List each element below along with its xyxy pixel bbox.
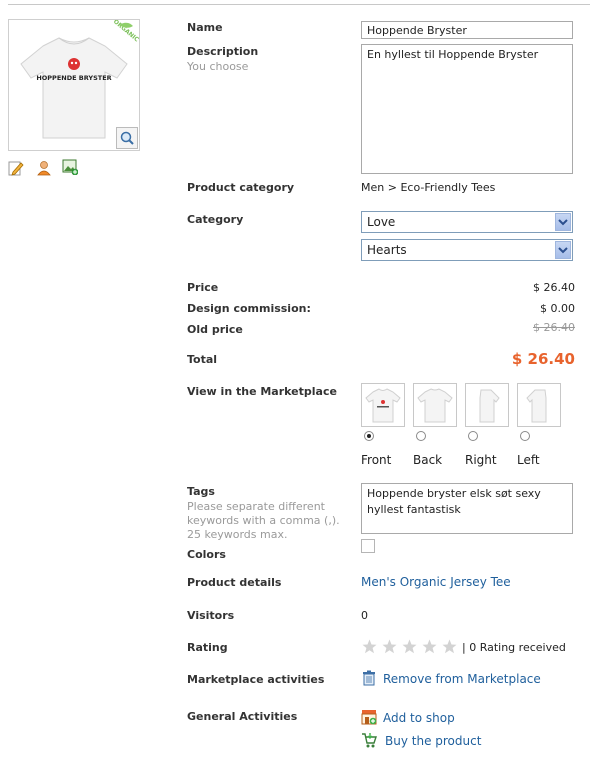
- top-divider: [8, 4, 590, 5]
- total-value: $ 26.40: [511, 350, 575, 368]
- tags-label: Tags: [187, 485, 215, 498]
- view-marketplace-label: View in the Marketplace: [187, 385, 337, 398]
- view-left-radio[interactable]: [520, 431, 530, 441]
- visitors-value: 0: [361, 609, 368, 622]
- view-left-thumb[interactable]: [517, 383, 561, 427]
- tags-textarea[interactable]: Hoppende bryster elsk søt sexy hyllest f…: [361, 483, 573, 534]
- star-icon[interactable]: [442, 639, 457, 654]
- colors-label: Colors: [187, 548, 226, 561]
- general-activities-label: General Activities: [187, 710, 298, 723]
- chevron-down-icon: [555, 213, 571, 231]
- description-hint: You choose: [187, 60, 249, 73]
- total-label: Total: [187, 353, 218, 366]
- design-commission-value: $ 0.00: [540, 302, 575, 315]
- add-to-shop-link[interactable]: Add to shop: [383, 711, 455, 725]
- view-back-thumb[interactable]: [413, 383, 457, 427]
- product-category-label: Product category: [187, 181, 295, 194]
- price-value: $ 26.40: [533, 281, 575, 294]
- product-details-label: Product details: [187, 576, 282, 589]
- tags-hint: Please separate different keywords with …: [187, 500, 340, 541]
- shirt-print-text: HOPPENDE BRYSTER: [36, 74, 111, 82]
- magnifier-icon: [120, 131, 134, 145]
- description-textarea[interactable]: En hyllest til Hoppende Bryster: [361, 44, 573, 174]
- view-front-thumb[interactable]: [361, 383, 405, 427]
- product-details-link[interactable]: Men's Organic Jersey Tee: [361, 575, 511, 589]
- buy-the-product-link[interactable]: Buy the product: [385, 734, 481, 748]
- remove-from-marketplace-link[interactable]: Remove from Marketplace: [383, 672, 541, 686]
- chevron-down-icon: [555, 241, 571, 259]
- view-left-label: Left: [517, 453, 540, 467]
- name-label: Name: [187, 21, 223, 34]
- marketplace-activities-label: Marketplace activities: [187, 673, 325, 686]
- shop-icon[interactable]: [361, 709, 377, 725]
- category-label: Category: [187, 213, 244, 226]
- view-front-label: Front: [361, 453, 392, 467]
- zoom-button[interactable]: [116, 127, 138, 149]
- category-select-2-value: Hearts: [367, 243, 407, 257]
- old-price-value: $ 26.40: [533, 321, 575, 334]
- view-right-radio[interactable]: [468, 431, 478, 441]
- star-icon[interactable]: [402, 639, 417, 654]
- view-back-label: Back: [413, 453, 443, 467]
- product-category-value: Men > Eco-Friendly Tees: [361, 181, 496, 194]
- category-select-2[interactable]: Hearts: [361, 239, 573, 261]
- star-icon[interactable]: [362, 639, 377, 654]
- view-back-radio[interactable]: [416, 431, 426, 441]
- price-label: Price: [187, 281, 219, 294]
- image-add-icon[interactable]: [62, 159, 78, 175]
- trash-icon[interactable]: [361, 670, 377, 686]
- rating-label: Rating: [187, 641, 228, 654]
- rating-count: | 0 Rating received: [462, 641, 566, 654]
- pencil-icon[interactable]: [8, 160, 24, 176]
- view-right-thumb[interactable]: [465, 383, 509, 427]
- product-thumbnail[interactable]: HOPPENDE BRYSTER ORGANIC: [8, 18, 141, 151]
- design-commission-label: Design commission:: [187, 302, 311, 315]
- cart-icon[interactable]: [361, 732, 377, 748]
- view-front-radio[interactable]: [364, 431, 374, 441]
- color-swatch[interactable]: [361, 539, 375, 553]
- name-input[interactable]: Hoppende Bryster: [361, 21, 573, 39]
- user-icon[interactable]: [36, 160, 52, 176]
- category-select-1-value: Love: [367, 215, 396, 229]
- description-label: Description: [187, 45, 259, 58]
- visitors-label: Visitors: [187, 609, 235, 622]
- old-price-label: Old price: [187, 323, 243, 336]
- star-icon[interactable]: [382, 639, 397, 654]
- category-select-1[interactable]: Love: [361, 211, 573, 233]
- view-right-label: Right: [465, 453, 497, 467]
- star-icon[interactable]: [422, 639, 437, 654]
